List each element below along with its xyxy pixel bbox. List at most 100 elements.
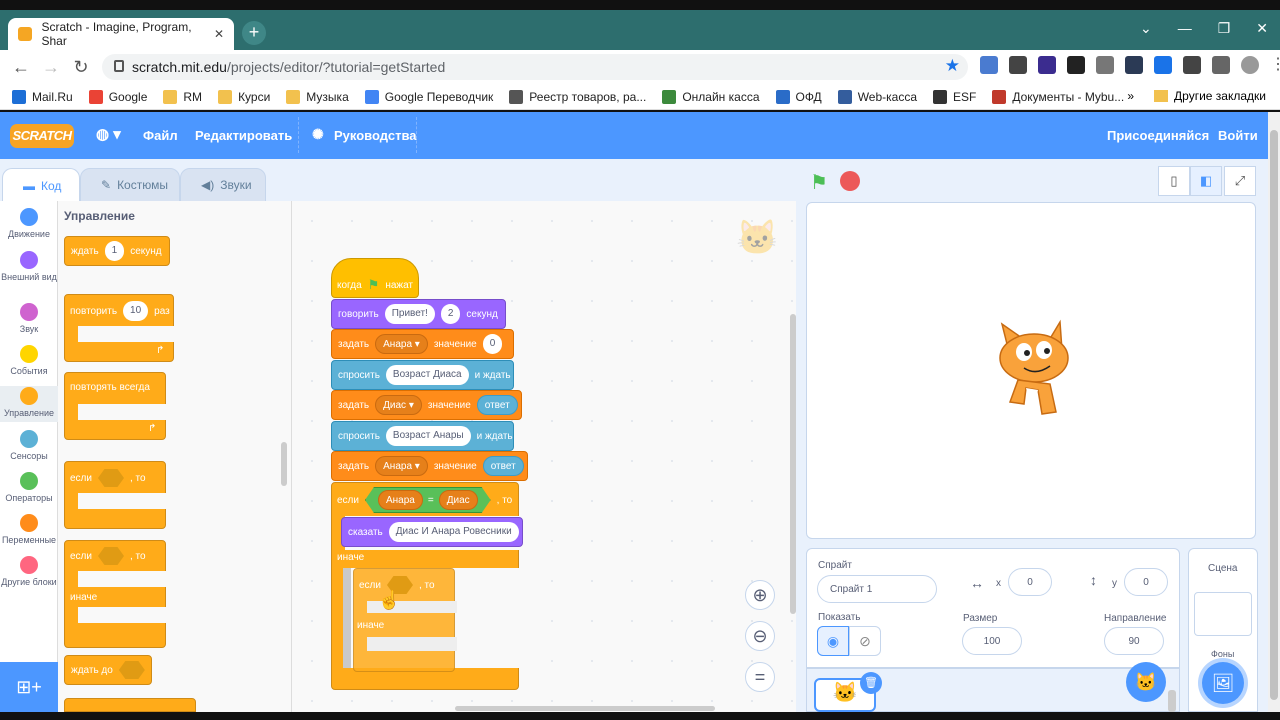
zoom-reset-button[interactable]: =: [745, 662, 775, 692]
category-8[interactable]: Переменные: [0, 514, 58, 545]
bookmark-item[interactable]: Документы - Mybu...: [992, 89, 1124, 104]
extension-icon[interactable]: [980, 56, 998, 74]
workspace-hscrollbar[interactable]: [455, 706, 715, 711]
sprite-name-input[interactable]: Спрайт 1: [817, 575, 937, 603]
profile-avatar[interactable]: [1241, 56, 1259, 74]
bookmark-item[interactable]: Курси: [218, 89, 270, 104]
category-2[interactable]: Внешний вид: [0, 251, 58, 282]
scratch-logo[interactable]: SCRATCH: [10, 124, 74, 148]
palette-scrollbar[interactable]: [281, 442, 287, 486]
block-wait-until[interactable]: ждать до: [64, 655, 152, 685]
add-sprite-button[interactable]: 🐱: [1126, 662, 1166, 702]
join-link[interactable]: Присоединяйся: [1107, 128, 1209, 143]
category-6[interactable]: Сенсоры: [0, 430, 58, 461]
bookmark-item[interactable]: Google: [88, 89, 147, 104]
extension-icon[interactable]: [1125, 56, 1143, 74]
bookmark-item[interactable]: Mail.Ru: [12, 89, 73, 104]
block-ask-and-wait[interactable]: спросить Возраст Анары и ждать: [331, 421, 514, 451]
block-wait[interactable]: ждать 1 секунд: [64, 236, 170, 266]
variable-reporter[interactable]: Анара: [378, 490, 423, 510]
direction-input[interactable]: 90: [1104, 627, 1164, 655]
bookmark-item[interactable]: Web-касса: [837, 89, 917, 104]
new-tab-button[interactable]: +: [242, 21, 266, 45]
block-set-variable[interactable]: задать Анара ▾ значение ответ: [331, 451, 528, 481]
extension-icon[interactable]: [1038, 56, 1056, 74]
category-7[interactable]: Операторы: [0, 472, 58, 503]
bookmark-item[interactable]: RM: [163, 89, 202, 104]
small-stage-button[interactable]: ▯: [1158, 166, 1190, 196]
signin-link[interactable]: Войти: [1218, 128, 1258, 143]
menu-edit[interactable]: Редактировать: [195, 128, 292, 143]
block-ask-and-wait[interactable]: спросить Возраст Диаса и ждать: [331, 360, 514, 390]
extension-icon[interactable]: [1154, 56, 1172, 74]
answer-reporter[interactable]: ответ: [476, 395, 518, 415]
reload-icon[interactable]: ↻: [70, 57, 92, 77]
workspace-scrollbar[interactable]: [790, 314, 796, 614]
bookmark-item[interactable]: Google Переводчик: [364, 89, 493, 104]
page-scroll-thumb[interactable]: [1270, 130, 1278, 700]
block-set-variable[interactable]: задать Анара ▾ значение 0: [331, 329, 514, 359]
block-set-variable[interactable]: задать Диас ▾ значение ответ: [331, 390, 522, 420]
category-1[interactable]: Движение: [0, 208, 58, 239]
block-say-for-secs[interactable]: говорить Привет! 2 секунд: [331, 299, 506, 329]
bookmark-star-icon[interactable]: ★: [945, 56, 960, 76]
puzzle-icon[interactable]: [1212, 56, 1230, 74]
wait-seconds-input[interactable]: 1: [104, 241, 125, 261]
address-bar[interactable]: scratch.mit.edu/projects/editor/?tutoria…: [102, 54, 968, 80]
minimize-icon[interactable]: —: [1178, 20, 1192, 37]
category-4[interactable]: События: [0, 345, 58, 376]
category-9[interactable]: Другие блоки: [0, 556, 58, 587]
show-sprite-eye-icon[interactable]: ◉: [817, 626, 849, 656]
variable-dropdown[interactable]: Анара ▾: [375, 334, 428, 354]
answer-reporter[interactable]: ответ: [482, 456, 524, 476]
block-say[interactable]: сказать Диас И Анара Ровесники: [341, 517, 523, 547]
size-input[interactable]: 100: [962, 627, 1022, 655]
condition-slot[interactable]: [97, 469, 124, 487]
variable-reporter[interactable]: Диас: [439, 490, 478, 510]
condition-slot[interactable]: [97, 547, 124, 565]
camera-icon[interactable]: [1067, 56, 1085, 74]
extension-icon[interactable]: [1009, 56, 1027, 74]
say-seconds-input[interactable]: 2: [440, 304, 461, 324]
ask-question-input[interactable]: Возраст Анары: [385, 426, 471, 446]
forward-icon[interactable]: →: [40, 57, 62, 77]
bookmark-item[interactable]: Онлайн касса: [662, 89, 760, 104]
menu-dots-icon[interactable]: ⋮: [1270, 56, 1280, 74]
normal-stage-button[interactable]: ◧: [1190, 166, 1222, 196]
browser-tab[interactable]: Scratch - Imagine, Program, Shar ✕: [8, 18, 234, 50]
close-window-icon[interactable]: ✕: [1256, 20, 1268, 37]
back-icon[interactable]: ←: [10, 57, 32, 77]
equals-operator-block[interactable]: Анара = Диас: [365, 487, 491, 513]
category-5[interactable]: Управление: [0, 387, 58, 418]
add-extension-button[interactable]: ⊞+: [0, 662, 58, 712]
delete-sprite-icon[interactable]: 🗑: [860, 672, 882, 694]
condition-slot[interactable]: [118, 661, 145, 679]
y-input[interactable]: 0: [1124, 568, 1168, 596]
stage-thumbnail[interactable]: [1194, 592, 1252, 636]
tab-sounds[interactable]: ◀) Звуки: [180, 168, 266, 202]
tab-costumes[interactable]: ✎ Костюмы: [80, 168, 180, 202]
menu-tutorials[interactable]: Руководства: [334, 128, 417, 143]
bookmark-item[interactable]: Музыка: [286, 89, 349, 104]
variable-dropdown[interactable]: Анара ▾: [375, 456, 428, 476]
other-bookmarks[interactable]: » Другие закладки: [1127, 89, 1266, 103]
category-3[interactable]: Звук: [0, 303, 58, 334]
x-input[interactable]: 0: [1008, 568, 1052, 596]
add-backdrop-button[interactable]: 🖼: [1202, 662, 1244, 704]
hide-sprite-eye-icon[interactable]: ⊘: [849, 626, 881, 656]
say-message-input[interactable]: Диас И Анара Ровесники: [388, 522, 519, 542]
extension-icon[interactable]: [1096, 56, 1114, 74]
sprite-list-scrollbar[interactable]: [1168, 690, 1176, 712]
block-when-flag-clicked[interactable]: когда ⚑ нажат: [331, 270, 419, 300]
bookmark-item[interactable]: ОФД: [775, 89, 822, 104]
extension-icon[interactable]: [1183, 56, 1201, 74]
fullscreen-button[interactable]: ⤢: [1224, 166, 1256, 196]
repeat-count-input[interactable]: 10: [123, 301, 149, 321]
stop-button[interactable]: [840, 171, 860, 191]
set-value-input[interactable]: 0: [482, 334, 503, 354]
bookmark-item[interactable]: Реестр товаров, ра...: [509, 89, 646, 104]
more-bookmarks-icon[interactable]: »: [1127, 89, 1134, 103]
bookmark-item[interactable]: ESF: [933, 89, 976, 104]
globe-language-icon[interactable]: ◍ ▾: [96, 125, 121, 143]
tab-code[interactable]: ▬ Код: [2, 168, 80, 202]
